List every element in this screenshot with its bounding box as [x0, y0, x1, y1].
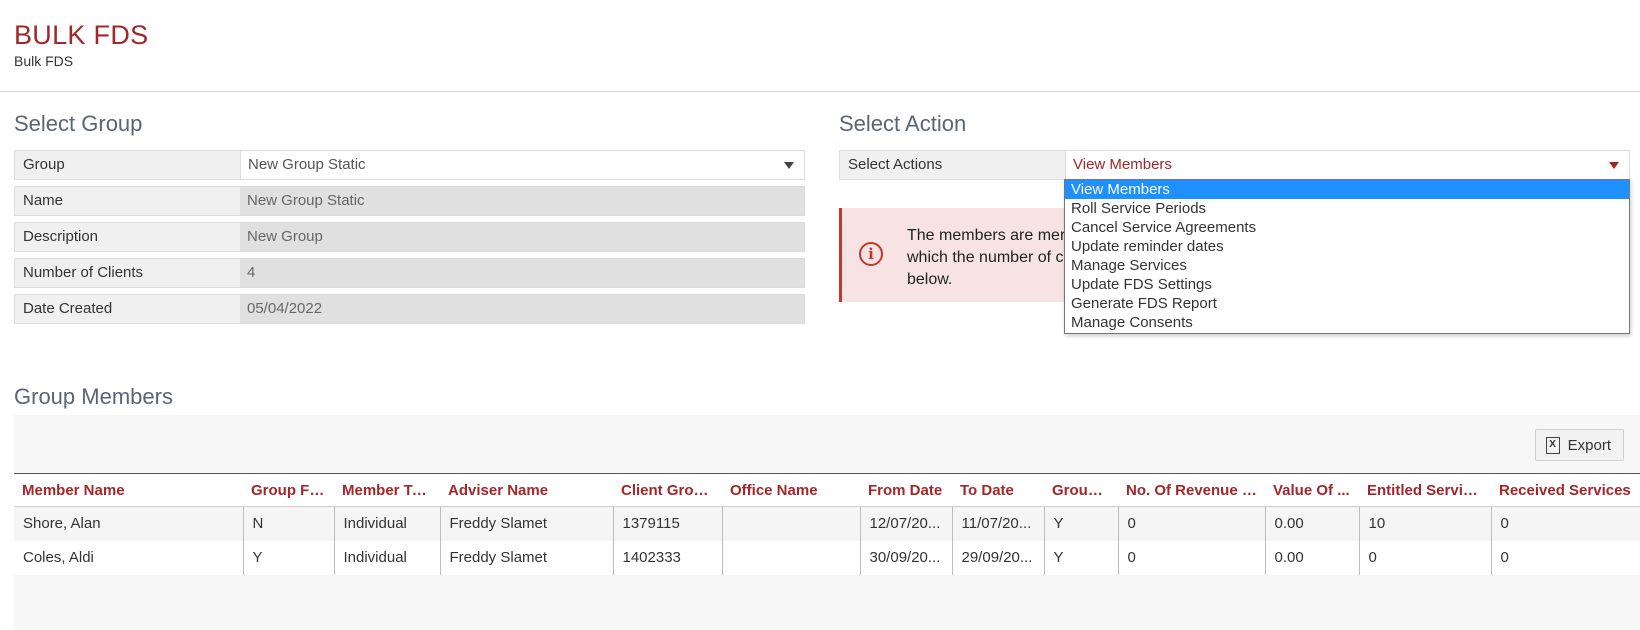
- breadcrumb: Bulk FDS: [14, 53, 74, 69]
- group-select[interactable]: New Group Static: [240, 151, 804, 179]
- page-header: BULK FDS Bulk FDS: [14, 20, 148, 69]
- column-header[interactable]: Group By: [1044, 473, 1118, 507]
- option-manage-consents[interactable]: Manage Consents: [1065, 313, 1629, 332]
- select-action-title: Select Action: [839, 111, 967, 136]
- table-row[interactable]: Coles, Aldi Y Individual Freddy Slamet 1…: [14, 540, 1640, 575]
- chevron-down-icon: [784, 162, 794, 169]
- export-button[interactable]: X Export: [1534, 429, 1624, 461]
- table-cell: 0: [1358, 540, 1491, 575]
- table-cell: Freddy Slamet: [439, 540, 613, 575]
- table-cell: N: [242, 506, 334, 541]
- option-update-reminder-dates[interactable]: Update reminder dates: [1065, 237, 1629, 256]
- option-update-fds-settings[interactable]: Update FDS Settings: [1065, 275, 1629, 294]
- table-cell: 0.00: [1264, 540, 1359, 575]
- group-row: Group New Group Static: [14, 150, 805, 180]
- date-created-label: Date Created: [23, 300, 113, 317]
- column-header[interactable]: Received Services: [1491, 473, 1640, 507]
- table-cell: 1379115: [612, 506, 722, 541]
- select-actions-value: View Members: [1073, 156, 1172, 173]
- table-cell: [721, 540, 860, 575]
- column-header[interactable]: Member Type: [334, 473, 440, 507]
- table-cell: 11/07/20...: [951, 506, 1044, 541]
- table-cell: 0: [1117, 540, 1265, 575]
- column-header[interactable]: Group FDS: [243, 473, 334, 507]
- option-view-members[interactable]: View Members: [1065, 180, 1629, 199]
- description-label: Description: [23, 228, 99, 245]
- description-field: New Group: [240, 223, 804, 251]
- option-roll-service-periods[interactable]: Roll Service Periods: [1065, 199, 1629, 218]
- table-cell: 0: [1490, 506, 1640, 541]
- table-cell: Individual: [333, 506, 440, 541]
- name-row: Name New Group Static: [14, 186, 805, 216]
- group-members-title: Group Members: [14, 384, 173, 409]
- group-label: Group: [23, 156, 65, 173]
- export-label: Export: [1567, 436, 1611, 454]
- column-header[interactable]: Adviser Name: [440, 473, 613, 507]
- group-members-panel: X Export Member Name Group FDS Member Ty…: [14, 415, 1640, 630]
- members-table: Member Name Group FDS Member Type Advise…: [14, 473, 1640, 575]
- table-cell: 0: [1490, 540, 1640, 575]
- table-cell: Coles, Aldi: [14, 540, 243, 575]
- select-group-title: Select Group: [14, 111, 143, 136]
- table-cell: [721, 506, 860, 541]
- table-cell: 29/09/20...: [951, 540, 1044, 575]
- name-label: Name: [23, 192, 64, 209]
- column-header[interactable]: To Date: [952, 473, 1044, 507]
- number-of-clients-field: 4: [240, 259, 804, 287]
- date-created-field: 05/04/2022: [240, 295, 804, 323]
- excel-icon: X: [1545, 436, 1560, 454]
- column-header[interactable]: Client Group ...: [613, 473, 722, 507]
- header-divider: [0, 91, 1640, 92]
- column-header[interactable]: Value Of ...: [1265, 473, 1359, 507]
- table-cell: 30/09/20...: [859, 540, 952, 575]
- name-field: New Group Static: [240, 187, 804, 215]
- column-header[interactable]: Entitled Services: [1359, 473, 1491, 507]
- table-cell: Shore, Alan: [14, 506, 243, 541]
- date-created-row: Date Created 05/04/2022: [14, 294, 805, 324]
- table-cell: 1402333: [612, 540, 722, 575]
- option-manage-services[interactable]: Manage Services: [1065, 256, 1629, 275]
- table-cell: Individual: [333, 540, 440, 575]
- table-cell: Y: [242, 540, 334, 575]
- group-select-value: New Group Static: [248, 156, 366, 173]
- select-group-form: Group New Group Static Name New Group St…: [14, 150, 805, 330]
- select-actions-row: Select Actions View Members: [839, 150, 1630, 180]
- option-cancel-service-agreements[interactable]: Cancel Service Agreements: [1065, 218, 1629, 237]
- option-generate-fds-report[interactable]: Generate FDS Report: [1065, 294, 1629, 313]
- page-title: BULK FDS: [14, 20, 149, 50]
- table-cell: Y: [1043, 540, 1118, 575]
- column-header[interactable]: Member Name: [14, 473, 243, 507]
- table-cell: Y: [1043, 506, 1118, 541]
- table-cell: 12/07/20...: [859, 506, 952, 541]
- number-of-clients-label: Number of Clients: [23, 264, 144, 281]
- table-cell: 0.00: [1264, 506, 1359, 541]
- table-row[interactable]: Shore, Alan N Individual Freddy Slamet 1…: [14, 506, 1640, 541]
- info-icon: i: [859, 242, 883, 266]
- table-cell: Freddy Slamet: [439, 506, 613, 541]
- column-header[interactable]: Office Name: [722, 473, 860, 507]
- number-of-clients-row: Number of Clients 4: [14, 258, 805, 288]
- table-cell: 0: [1117, 506, 1265, 541]
- column-header[interactable]: From Date: [860, 473, 952, 507]
- table-cell: 10: [1358, 506, 1491, 541]
- select-actions-options: View Members Roll Service Periods Cancel…: [1064, 179, 1630, 334]
- column-header[interactable]: No. Of Revenue T...: [1118, 473, 1265, 507]
- select-actions-label: Select Actions: [848, 156, 943, 173]
- chevron-down-icon: [1609, 162, 1619, 169]
- description-row: Description New Group: [14, 222, 805, 252]
- select-actions-dropdown[interactable]: View Members: [1065, 151, 1629, 179]
- table-header-row: Member Name Group FDS Member Type Advise…: [14, 473, 1640, 507]
